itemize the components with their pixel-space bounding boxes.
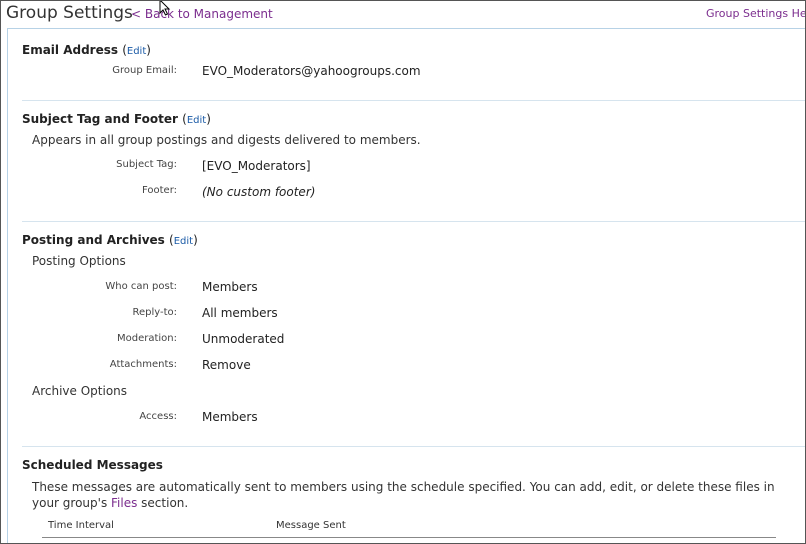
footer-value: (No custom footer) (202, 185, 316, 199)
back-to-management-link[interactable]: < Back to Management (131, 7, 273, 21)
subject-tag-description: Appears in all group postings and digest… (32, 133, 421, 147)
subject-tag-section-title: Subject Tag and Footer (Edit) (22, 112, 211, 126)
attachments-label: Attachments: (109, 359, 177, 370)
group-settings-window: Group Settings < Back to Management Grou… (0, 0, 806, 544)
files-link[interactable]: Files (111, 496, 137, 510)
moderation-label: Moderation: (116, 333, 177, 344)
attachments-value: Remove (202, 358, 251, 372)
posting-archives-section-title: Posting and Archives (Edit) (22, 233, 198, 247)
archive-access-label: Access: (139, 411, 177, 422)
who-can-post-value: Members (202, 280, 258, 294)
table-header-divider (42, 537, 776, 538)
scheduled-messages-section-title: Scheduled Messages (22, 458, 163, 472)
group-email-value: EVO_Moderators@yahoogroups.com (202, 64, 421, 78)
subject-tag-value: [EVO_Moderators] (202, 159, 311, 173)
archive-access-value: Members (202, 410, 258, 424)
page-title: Group Settings (6, 3, 133, 23)
reply-to-value: All members (202, 306, 278, 320)
group-email-label: Group Email: (112, 65, 177, 76)
reply-to-label: Reply-to: (132, 307, 177, 318)
group-settings-help-link[interactable]: Group Settings He (706, 7, 805, 20)
posting-options-heading: Posting Options (32, 254, 126, 268)
column-header-message-sent: Message Sent (276, 520, 346, 531)
archive-options-heading: Archive Options (32, 384, 128, 398)
footer-label: Footer: (141, 185, 177, 196)
subject-tag-label: Subject Tag: (116, 159, 177, 170)
email-address-section-title: Email Address (Edit) (22, 43, 151, 57)
scheduled-messages-description: These messages are automatically sent to… (32, 480, 775, 510)
edit-posting-archives-link[interactable]: Edit (174, 236, 193, 247)
section-divider (22, 221, 805, 222)
column-header-time-interval: Time Interval (48, 520, 114, 531)
mouse-cursor-icon (159, 1, 171, 16)
who-can-post-label: Who can post: (105, 281, 177, 292)
page-header: Group Settings < Back to Management Grou… (1, 1, 805, 29)
edit-email-link[interactable]: Edit (127, 46, 146, 57)
moderation-value: Unmoderated (202, 332, 285, 346)
edit-subject-tag-link[interactable]: Edit (187, 115, 206, 126)
section-divider (22, 446, 805, 447)
section-divider (22, 100, 805, 101)
